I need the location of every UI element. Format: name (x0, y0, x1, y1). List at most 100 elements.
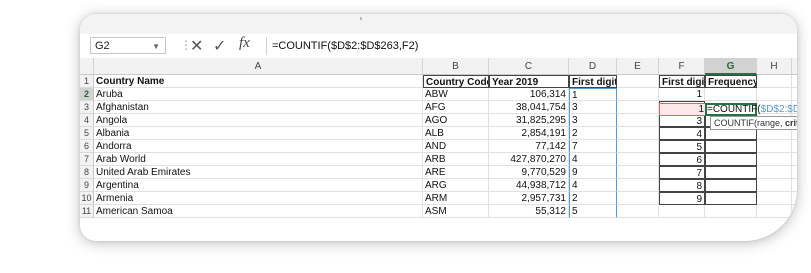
enter-icon[interactable]: ✓ (213, 36, 226, 56)
cell-g6[interactable] (705, 140, 757, 153)
cell-g1[interactable]: Frequency (705, 75, 757, 88)
cell-a6[interactable]: Andorra (94, 140, 423, 153)
cell-i11[interactable] (792, 205, 797, 218)
chevron-down-icon[interactable]: ▼ (152, 38, 160, 55)
cell-d4[interactable]: 3 (569, 114, 617, 127)
row-number[interactable]: 4 (80, 114, 94, 127)
cell-a4[interactable]: Angola (94, 114, 423, 127)
function-tooltip[interactable]: COUNTIF(range, criteria) (710, 116, 797, 130)
cell-g2[interactable] (705, 88, 757, 101)
cell-e4[interactable] (617, 114, 659, 127)
cell-g11[interactable] (705, 205, 757, 218)
cell-a9[interactable]: Argentina (94, 179, 423, 192)
cell-c9[interactable]: 44,938,712 (489, 179, 569, 192)
cell-b10[interactable]: ARM (423, 192, 489, 205)
cell-a1[interactable]: Country Name (94, 75, 423, 88)
cell-h1[interactable] (757, 75, 792, 88)
cell-e10[interactable] (617, 192, 659, 205)
cell-i10[interactable] (792, 192, 797, 205)
cell-c1[interactable]: Year 2019 (489, 75, 569, 88)
cell-b9[interactable]: ARG (423, 179, 489, 192)
cell-a3[interactable]: Afghanistan (94, 101, 423, 114)
row-number[interactable]: 3 (80, 101, 94, 114)
cell-c8[interactable]: 9,770,529 (489, 166, 569, 179)
cell-b6[interactable]: AND (423, 140, 489, 153)
cell-i2[interactable] (792, 88, 797, 101)
cell-h8[interactable] (757, 166, 792, 179)
cell-g8[interactable] (705, 166, 757, 179)
cell-a2[interactable]: Aruba (94, 88, 423, 101)
cell-h11[interactable] (757, 205, 792, 218)
cell-b1[interactable]: Country Code (423, 75, 489, 88)
cell-e6[interactable] (617, 140, 659, 153)
column-header-e[interactable]: E (617, 58, 659, 75)
cell-f2[interactable]: 1 (659, 88, 705, 101)
cell-a8[interactable]: United Arab Emirates (94, 166, 423, 179)
row-number[interactable]: 1 (80, 75, 94, 88)
cell-i6[interactable] (792, 140, 797, 153)
cell-h2[interactable] (757, 88, 792, 101)
cell-d3[interactable]: 3 (569, 101, 617, 114)
column-header-h[interactable]: H (757, 58, 792, 75)
cell-g7[interactable] (705, 153, 757, 166)
column-header-b[interactable]: B (423, 58, 489, 75)
cell-e11[interactable] (617, 205, 659, 218)
cell-f5[interactable]: 4 (659, 127, 705, 140)
row-number[interactable]: 2 (80, 88, 94, 101)
cell-c6[interactable]: 77,142 (489, 140, 569, 153)
cell-d1[interactable]: First digit (569, 75, 617, 88)
cell-c10[interactable]: 2,957,731 (489, 192, 569, 205)
row-number[interactable]: 5 (80, 127, 94, 140)
column-header-c[interactable]: C (489, 58, 569, 75)
cell-d11[interactable]: 5 (569, 205, 617, 218)
cell-f8[interactable]: 7 (659, 166, 705, 179)
formula-input[interactable]: =COUNTIF($D$2:$D$263,F2) (266, 37, 418, 55)
cell-c7[interactable]: 427,870,270 (489, 153, 569, 166)
cell-f6[interactable]: 5 (659, 140, 705, 153)
cell-b11[interactable]: ASM (423, 205, 489, 218)
cell-a11[interactable]: American Samoa (94, 205, 423, 218)
column-header-i[interactable]: I (792, 58, 797, 75)
cell-c4[interactable]: 31,825,295 (489, 114, 569, 127)
cell-a7[interactable]: Arab World (94, 153, 423, 166)
cell-f7[interactable]: 6 (659, 153, 705, 166)
cell-d8[interactable]: 9 (569, 166, 617, 179)
column-header-d[interactable]: D (569, 58, 617, 75)
cell-g10[interactable] (705, 192, 757, 205)
row-number[interactable]: 9 (80, 179, 94, 192)
cell-b2[interactable]: ABW (423, 88, 489, 101)
cell-b7[interactable]: ARB (423, 153, 489, 166)
cell-e9[interactable] (617, 179, 659, 192)
cell-d5[interactable]: 2 (569, 127, 617, 140)
cell-i1[interactable] (792, 75, 797, 88)
cell-f11[interactable] (659, 205, 705, 218)
cell-i8[interactable] (792, 166, 797, 179)
cell-a5[interactable]: Albania (94, 127, 423, 140)
row-number[interactable]: 11 (80, 205, 94, 218)
cell-c3[interactable]: 38,041,754 (489, 101, 569, 114)
cell-h10[interactable] (757, 192, 792, 205)
cell-c5[interactable]: 2,854,191 (489, 127, 569, 140)
row-number[interactable]: 7 (80, 153, 94, 166)
cell-b4[interactable]: AGO (423, 114, 489, 127)
cell-h7[interactable] (757, 153, 792, 166)
cell-c2[interactable]: 106,314 (489, 88, 569, 101)
cell-a10[interactable]: Armenia (94, 192, 423, 205)
row-number[interactable]: 8 (80, 166, 94, 179)
cell-g9[interactable] (705, 179, 757, 192)
column-header-f[interactable]: F (659, 58, 705, 75)
cell-f10[interactable]: 9 (659, 192, 705, 205)
cell-f1[interactable]: First digit (659, 75, 705, 88)
cell-e5[interactable] (617, 127, 659, 140)
cell-c11[interactable]: 55,312 (489, 205, 569, 218)
select-all-corner[interactable] (80, 58, 94, 75)
cell-f9[interactable]: 8 (659, 179, 705, 192)
cell-b5[interactable]: ALB (423, 127, 489, 140)
cell-d2[interactable]: 1 (569, 88, 617, 101)
cell-b3[interactable]: AFG (423, 101, 489, 114)
row-number[interactable]: 6 (80, 140, 94, 153)
cell-i7[interactable] (792, 153, 797, 166)
cell-e2[interactable] (617, 88, 659, 101)
cancel-icon[interactable]: ✕ (190, 36, 203, 56)
name-box[interactable]: G2 ▼ (90, 37, 166, 54)
